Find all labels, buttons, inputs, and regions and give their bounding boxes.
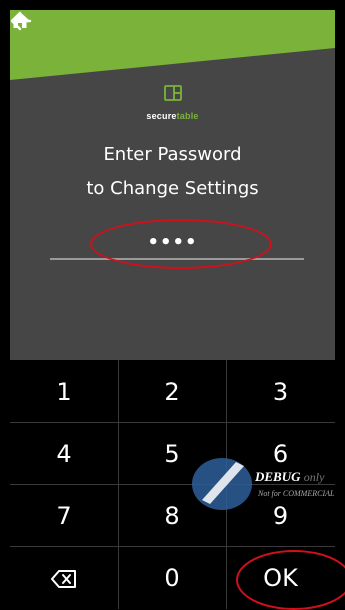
home-icon[interactable] [10, 10, 30, 30]
table-card-icon [163, 85, 182, 101]
header-bar [10, 10, 335, 80]
key-4[interactable]: 4 [10, 440, 118, 468]
title-line-1: Enter Password [103, 144, 242, 165]
watermark-debug-word: DEBUG [255, 469, 301, 484]
title-line-2: to Change Settings [86, 178, 259, 199]
keypad-divider [10, 546, 335, 547]
watermark-only: only [303, 470, 325, 484]
key-3[interactable]: 3 [226, 378, 335, 406]
brand-name-suffix: table [176, 111, 199, 121]
key-0[interactable]: 0 [118, 564, 226, 592]
watermark-debug: DEBUG only [255, 469, 324, 485]
key-5[interactable]: 5 [118, 440, 226, 468]
key-2[interactable]: 2 [118, 378, 226, 406]
brand-name: securetable [10, 111, 335, 121]
page-title: Enter Password to Change Settings [10, 138, 335, 206]
password-underline [50, 258, 304, 260]
backspace-icon [51, 570, 76, 588]
watermark-notice: Not for COMMERCIAL [258, 489, 335, 498]
key-9[interactable]: 9 [226, 502, 335, 530]
header-green-band [10, 10, 335, 80]
key-8[interactable]: 8 [118, 502, 226, 530]
password-field[interactable]: •••• [10, 232, 335, 253]
brand-logo: securetable [10, 85, 335, 121]
key-6[interactable]: 6 [226, 440, 335, 468]
ok-button[interactable]: OK [226, 564, 335, 592]
key-1[interactable]: 1 [10, 378, 118, 406]
brand-name-prefix: secure [146, 111, 177, 121]
keypad-divider [10, 422, 335, 423]
app-screen: securetable Enter Password to Change Set… [10, 10, 335, 609]
backspace-button[interactable] [10, 564, 118, 594]
device-frame: securetable Enter Password to Change Set… [0, 0, 345, 610]
key-7[interactable]: 7 [10, 502, 118, 530]
